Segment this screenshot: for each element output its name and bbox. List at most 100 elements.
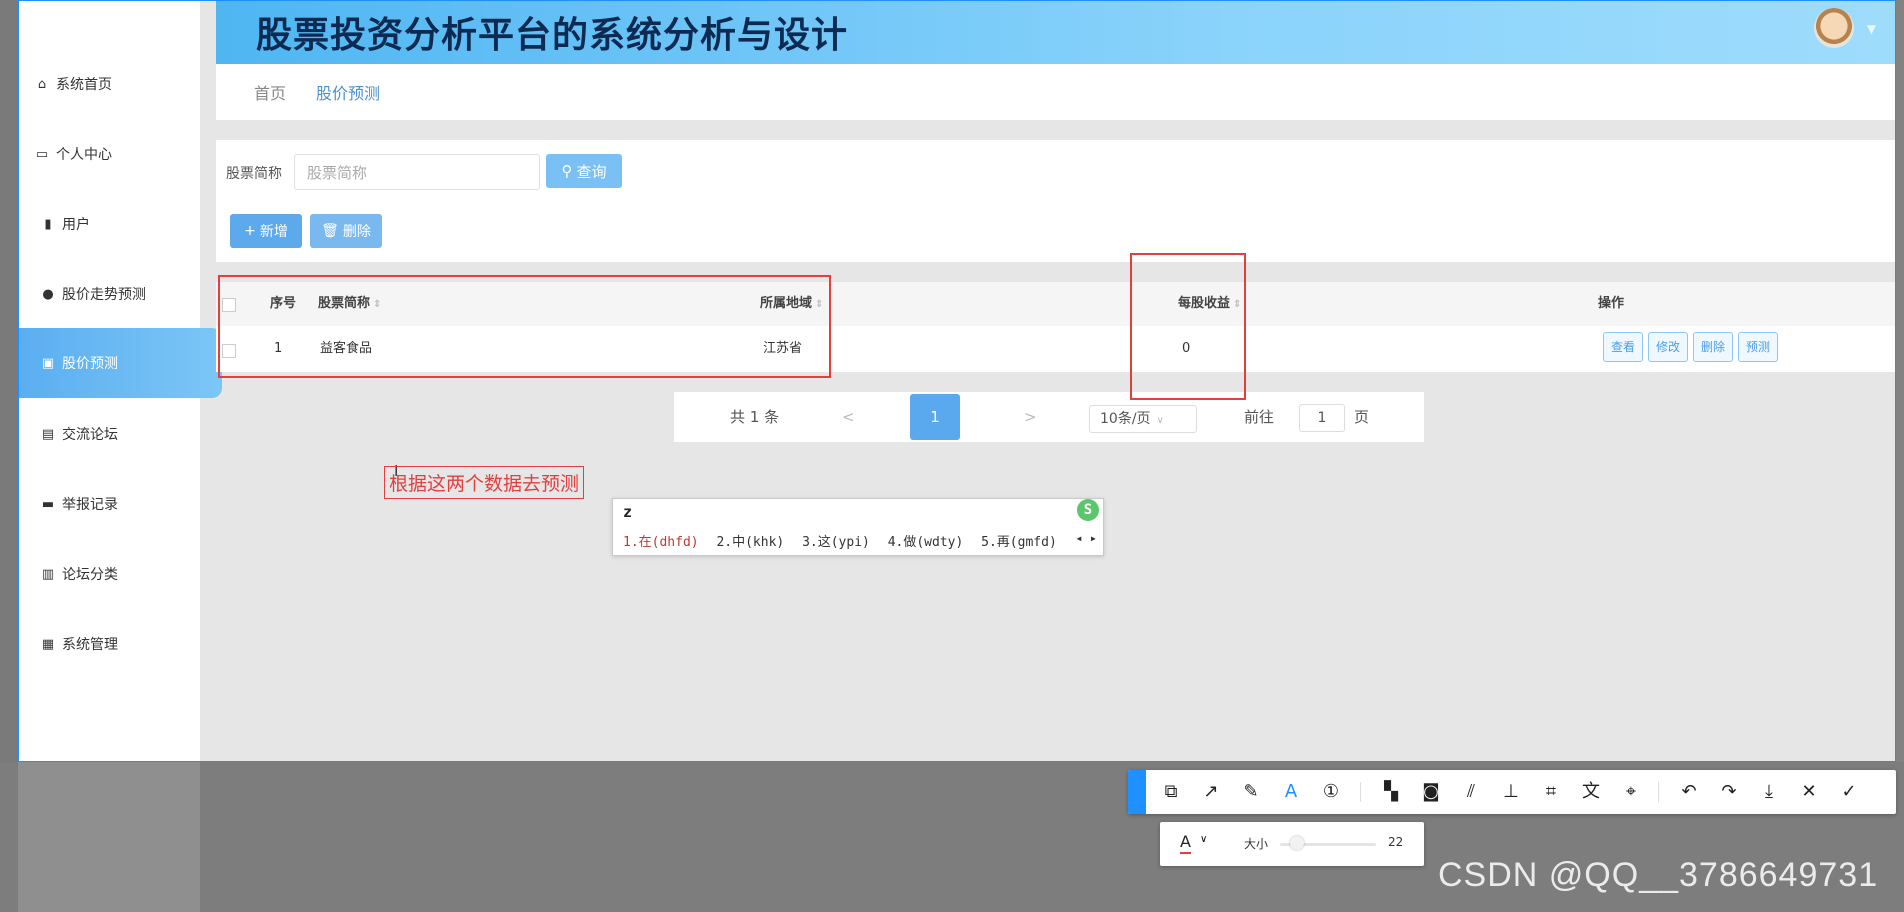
cell-eps: 0 xyxy=(1182,341,1191,356)
text-color-icon[interactable]: A xyxy=(1180,832,1191,854)
chevron-down-icon[interactable]: ▼ xyxy=(1867,22,1876,36)
scan-icon[interactable]: ⌖ xyxy=(1618,779,1644,805)
toolbar-handle[interactable] xyxy=(1128,770,1146,814)
query-button[interactable]: ⚲ 查询 xyxy=(546,154,622,188)
top-header: 股票投资分析平台的系统分析与设计 ▼ xyxy=(216,0,1896,64)
ime-composition: z xyxy=(623,503,633,521)
sidebar-item-label: 用户 xyxy=(62,217,90,233)
mosaic-icon[interactable]: ▚ xyxy=(1378,779,1404,805)
sidebar-item-label: 股价预测 xyxy=(62,356,118,372)
cell-index: 1 xyxy=(274,341,283,356)
circle-fill-icon[interactable]: ◙ xyxy=(1418,779,1444,805)
sort-icon[interactable]: ⇕ xyxy=(1233,299,1241,310)
toolbar-divider xyxy=(1658,782,1659,802)
column-header-label: 每股收益 xyxy=(1178,296,1231,311)
ime-candidate[interactable]: 4.做(wdty) xyxy=(888,535,964,550)
sidebar-item-forum-category[interactable]: ▥ 论坛分类 xyxy=(18,549,222,599)
ime-page-arrows-icon[interactable]: ◂ ▸ xyxy=(1075,531,1097,545)
sidebar-item-system-management[interactable]: ▦ 系统管理 xyxy=(18,619,222,669)
goto-suffix: 页 xyxy=(1354,408,1370,426)
download-icon[interactable]: ⤓ xyxy=(1756,779,1782,805)
watermark: CSDN @QQ__3786649731 xyxy=(1438,856,1879,894)
ocr-icon[interactable]: ⌗ xyxy=(1538,779,1564,805)
delete-button-label: 删除 xyxy=(342,224,371,240)
text-options-bar: A ∨ 大小 22 xyxy=(1160,822,1424,866)
row-delete-button[interactable]: 删除 xyxy=(1693,332,1733,362)
column-header-eps[interactable]: 每股收益 ⇕ xyxy=(1178,282,1242,326)
add-button-label: 新增 xyxy=(259,224,288,240)
size-value: 22 xyxy=(1388,835,1404,849)
ime-candidate-window: z S 1.在(dhfd) 2.中(khk) 3.这(ypi) 4.做(wdty… xyxy=(612,498,1104,556)
page-size-select[interactable]: 10条/页 ∨ xyxy=(1089,405,1197,433)
text-icon[interactable]: A xyxy=(1278,779,1304,805)
sort-icon[interactable]: ⇕ xyxy=(815,299,823,310)
check-icon[interactable]: ✓ xyxy=(1836,779,1862,805)
sidebar-item-label: 举报记录 xyxy=(62,497,118,513)
app-title: 股票投资分析平台的系统分析与设计 xyxy=(256,15,849,56)
sidebar-item-price-prediction[interactable]: ▣ 股价预测 xyxy=(18,328,222,398)
page-size-value: 10条/页 xyxy=(1100,411,1151,427)
close-icon[interactable]: ✕ xyxy=(1796,779,1822,805)
sidebar-item-trend-prediction[interactable]: ● 股价走势预测 xyxy=(18,269,222,319)
delete-button[interactable]: 🗑︎ 删除 xyxy=(310,214,382,248)
chevron-down-icon: ∨ xyxy=(1156,415,1164,426)
pencil-icon[interactable]: ✎ xyxy=(1238,779,1264,805)
column-header-label: 所属地域 xyxy=(760,296,813,311)
column-header-name[interactable]: 股票简称 ⇕ xyxy=(318,282,382,326)
sidebar-item-label: 论坛分类 xyxy=(62,567,118,583)
hatch-icon[interactable]: ⫽ xyxy=(1458,779,1484,805)
monitor-icon: ▬ xyxy=(41,496,55,512)
number-icon[interactable]: ① xyxy=(1318,779,1344,805)
filter-panel: 股票简称 股票简称 ⚲ 查询 + 新增 🗑︎ 删除 xyxy=(216,140,1896,262)
trash-icon: 🗑︎ xyxy=(321,223,339,239)
arrow-icon[interactable]: ↗ xyxy=(1198,779,1224,805)
cell-name: 益客食品 xyxy=(320,341,373,356)
sort-icon[interactable]: ⇕ xyxy=(373,299,381,310)
predict-button[interactable]: 预测 xyxy=(1738,332,1778,362)
home-icon: ⌂ xyxy=(37,76,47,92)
avatar[interactable] xyxy=(1814,8,1854,48)
edit-button[interactable]: 修改 xyxy=(1648,332,1688,362)
breadcrumb-home[interactable]: 首页 xyxy=(254,80,286,104)
card-icon: ▭ xyxy=(35,146,49,162)
goto-page-input[interactable]: 1 xyxy=(1299,404,1345,432)
size-slider-handle[interactable] xyxy=(1290,836,1304,850)
annotation-text[interactable]: 根据这两个数据去预测 xyxy=(384,466,585,499)
ime-candidate[interactable]: 1.在(dhfd) xyxy=(623,535,699,550)
column-header-region[interactable]: 所属地域 ⇕ xyxy=(760,282,824,326)
pagination-total: 共 1 条 xyxy=(730,408,780,426)
redo-icon[interactable]: ↷ xyxy=(1716,779,1742,805)
ime-candidate[interactable]: 2.中(khk) xyxy=(716,535,784,550)
sidebar-item-personal-center[interactable]: ▭ 个人中心 xyxy=(18,129,216,179)
sidebar-item-label: 交流论坛 xyxy=(62,427,118,443)
sidebar-item-users[interactable]: ▮ 用户 xyxy=(18,199,222,249)
sidebar-item-reports[interactable]: ▬ 举报记录 xyxy=(18,479,222,529)
add-button[interactable]: + 新增 xyxy=(230,214,302,248)
ime-candidate-list: 1.在(dhfd) 2.中(khk) 3.这(ypi) 4.做(wdty) 5.… xyxy=(623,531,1067,550)
search-input[interactable]: 股票简称 xyxy=(294,154,540,190)
ime-candidate[interactable]: 5.再(gmfd) xyxy=(981,535,1057,550)
column-header-label: 股票简称 xyxy=(318,296,371,311)
column-header-index: 序号 xyxy=(270,282,297,326)
next-page-button[interactable]: > xyxy=(1024,392,1037,442)
search-icon: ⚲ xyxy=(561,162,573,180)
sidebar-item-forum[interactable]: ▤ 交流论坛 xyxy=(18,409,222,459)
pin-icon[interactable]: ⊥ xyxy=(1498,779,1524,805)
plus-icon: + xyxy=(244,223,256,239)
view-button[interactable]: 查看 xyxy=(1603,332,1643,362)
translate-icon[interactable]: 文 xyxy=(1578,779,1604,805)
page-number-button[interactable]: 1 xyxy=(910,394,960,440)
ime-candidate[interactable]: 3.这(ypi) xyxy=(802,535,870,550)
bar-chart-icon: ▥ xyxy=(41,566,55,582)
undo-icon[interactable]: ↶ xyxy=(1676,779,1702,805)
chevron-down-icon[interactable]: ∨ xyxy=(1200,834,1207,845)
book-icon: ▮ xyxy=(44,216,52,232)
sidebar-item-label: 个人中心 xyxy=(56,147,112,163)
prev-page-button[interactable]: < xyxy=(842,392,855,442)
select-all-checkbox[interactable] xyxy=(222,298,236,312)
sidebar-item-label: 系统首页 xyxy=(56,77,112,93)
screenshot-toolbar: ⧉ ↗ ✎ A ① ▚ ◙ ⫽ ⊥ ⌗ 文 ⌖ ↶ ↷ ⤓ ✕ ✓ xyxy=(1128,770,1896,814)
sidebar-item-home[interactable]: ⌂ 系统首页 xyxy=(18,59,216,109)
row-checkbox[interactable] xyxy=(222,344,236,358)
shape-icon[interactable]: ⧉ xyxy=(1158,779,1184,805)
